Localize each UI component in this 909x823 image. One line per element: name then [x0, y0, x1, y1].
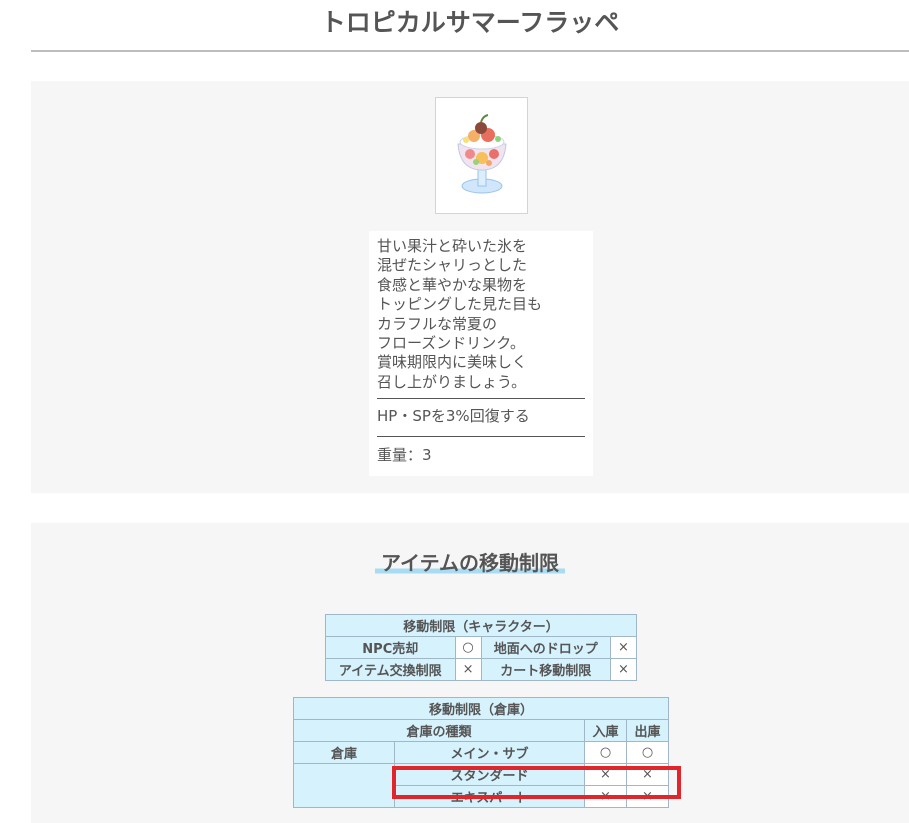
restriction-label: カート移動制限	[480, 658, 612, 681]
description-line: カラフルな常夏の	[377, 314, 498, 333]
storage-in-value: ○	[584, 741, 627, 764]
table-row: NPC売却 ○ 地面へのドロップ ×	[325, 636, 637, 659]
page-title: トロピカルサマーフラッペ	[31, 0, 909, 52]
restriction-label: NPC売却	[325, 636, 456, 659]
table-row: アイテム交換制限 × カート移動制限 ×	[325, 658, 637, 681]
table-title: 移動制限（キャラクター）	[325, 614, 637, 637]
description-line: 賞味期限内に美味しく	[377, 353, 528, 372]
storage-out-value: ○	[626, 741, 669, 764]
restriction-value: ×	[610, 636, 637, 659]
storage-group-cell	[293, 763, 395, 808]
character-restriction-table: 移動制限（キャラクター） NPC売却 ○ 地面へのドロップ × アイテム交換制限…	[325, 614, 637, 681]
section-heading: アイテムの移動制限	[31, 547, 909, 577]
section-heading-text: アイテムの移動制限	[375, 547, 565, 577]
storage-group-label: 倉庫	[293, 741, 395, 764]
item-effect: HP・SPを3%回復する	[377, 407, 530, 426]
restriction-label: アイテム交換制限	[325, 658, 456, 681]
item-description-box: 甘い果汁と砕いた氷を 混ぜたシャリっとした 食感と華やかな果物を トッピングした…	[369, 231, 593, 476]
item-weight: 重量：3	[377, 446, 432, 465]
table-title: 移動制限（倉庫）	[293, 697, 669, 720]
frappe-parfait-icon	[457, 114, 507, 194]
item-panel: 甘い果汁と砕いた氷を 混ぜたシャリっとした 食感と華やかな果物を トッピングした…	[31, 81, 909, 493]
divider	[377, 436, 585, 438]
description-line: 召し上がりましょう。	[377, 372, 527, 391]
column-header: 倉庫の種類	[293, 719, 585, 742]
divider	[377, 398, 585, 400]
storage-type: メイン・サブ	[394, 741, 585, 764]
item-image	[435, 97, 528, 214]
description-line: 食感と華やかな果物を	[377, 275, 528, 294]
table-row: 倉庫の種類 入庫 出庫	[293, 719, 669, 742]
description-line: フローズンドリンク。	[377, 334, 526, 353]
table-row: 倉庫 メイン・サブ ○ ○	[293, 741, 669, 764]
column-header: 出庫	[626, 719, 669, 742]
restriction-value: ×	[454, 658, 482, 681]
highlight-box	[392, 766, 681, 799]
description-line: 甘い果汁と砕いた氷を	[377, 237, 528, 255]
description-line: トッピングした見た目も	[377, 295, 543, 314]
restriction-label: 地面へのドロップ	[480, 636, 612, 659]
restriction-value: ○	[454, 636, 482, 659]
restriction-value: ×	[610, 658, 637, 681]
column-header: 入庫	[584, 719, 627, 742]
description-line: 混ぜたシャリっとした	[377, 256, 528, 275]
